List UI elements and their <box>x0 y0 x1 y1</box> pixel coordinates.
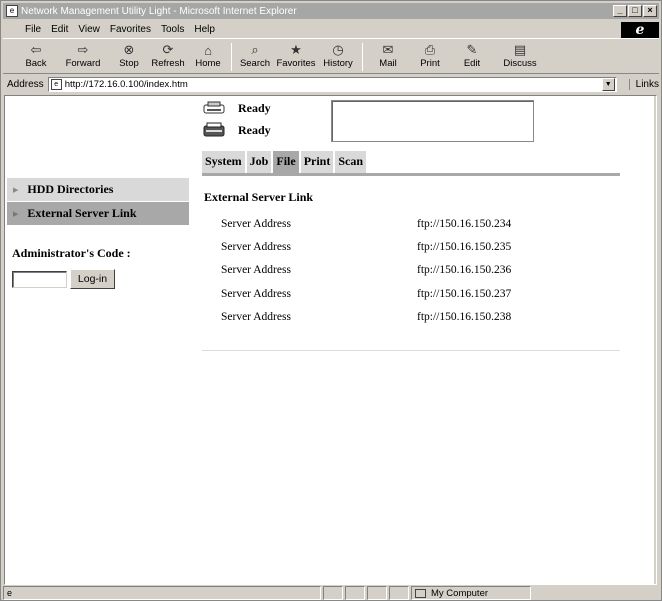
list-item: Server Address ftp://150.16.150.234 <box>221 212 511 235</box>
printer-status: Ready <box>202 100 271 116</box>
server-address-label: Server Address <box>221 264 291 277</box>
window-title: Network Management Utility Light - Micro… <box>21 5 297 17</box>
address-label: Address <box>7 78 44 90</box>
admin-code-label: Administrator's Code : <box>12 246 131 260</box>
list-item: Server Address ftp://150.16.150.235 <box>221 235 511 258</box>
mail-button[interactable]: ✉ Mail <box>367 40 409 74</box>
computer-icon <box>415 588 426 598</box>
printer-status-text: Ready <box>238 100 271 115</box>
favorites-button[interactable]: ★ Favorites <box>274 40 318 74</box>
maximize-button[interactable]: □ <box>628 5 642 17</box>
nav-item-hdd-directories[interactable]: ▶ HDD Directories <box>7 178 189 201</box>
status-cell <box>323 586 343 600</box>
server-address-label: Server Address <box>221 310 291 323</box>
history-button[interactable]: ◷ History <box>318 40 358 74</box>
server-address-list: Server Address ftp://150.16.150.234 Serv… <box>221 212 511 328</box>
status-main: e <box>3 586 321 600</box>
server-address-label: Server Address <box>221 217 291 230</box>
status-cell <box>389 586 409 600</box>
home-icon: ⌂ <box>204 42 212 58</box>
status-bar: e My Computer <box>3 586 659 600</box>
edit-button[interactable]: ✎ Edit <box>451 40 493 74</box>
printer-icon <box>203 101 225 114</box>
login-button[interactable]: Log-in <box>70 269 115 289</box>
menu-favorites[interactable]: Favorites <box>105 24 156 35</box>
server-address-value: ftp://150.16.150.237 <box>417 287 512 300</box>
menu-edit[interactable]: Edit <box>46 24 73 35</box>
minimize-button[interactable]: _ <box>613 5 627 17</box>
page-icon: e <box>50 78 62 90</box>
scanner-status: Ready <box>202 122 271 138</box>
server-address-value: ftp://150.16.150.236 <box>417 264 512 277</box>
ie-app-icon[interactable]: e <box>6 5 18 17</box>
print-icon: ⎙ <box>424 42 436 57</box>
browser-window: e Network Management Utility Light - Mic… <box>0 0 662 601</box>
server-address-value: ftp://150.16.150.238 <box>417 310 512 323</box>
forward-arrow-icon: ⇨ <box>77 42 89 57</box>
tab-underline <box>202 173 620 176</box>
address-url: http://172.16.0.100/index.htm <box>64 78 188 90</box>
page-status-icon: e <box>7 588 13 598</box>
list-item: Server Address ftp://150.16.150.236 <box>221 259 511 282</box>
content-edge <box>654 96 656 584</box>
toolbar-separator <box>362 43 363 71</box>
menu-bar: File Edit View Favorites Tools Help e <box>3 21 659 39</box>
scanner-status-text: Ready <box>238 122 271 137</box>
tab-scan[interactable]: Scan <box>335 151 367 173</box>
tab-bar: System Job File Print Scan <box>202 151 367 173</box>
edit-icon: ✎ <box>466 42 478 57</box>
toolbar-separator <box>231 43 232 71</box>
home-button[interactable]: ⌂ Home <box>189 40 227 74</box>
close-button[interactable]: × <box>643 5 657 17</box>
server-address-label: Server Address <box>221 240 291 253</box>
list-item: Server Address ftp://150.16.150.238 <box>221 305 511 328</box>
message-box <box>331 100 534 142</box>
menu-tools[interactable]: Tools <box>156 24 189 35</box>
menu-file[interactable]: File <box>3 24 46 35</box>
server-address-value: ftp://150.16.150.235 <box>417 240 512 253</box>
history-icon: ◷ <box>332 42 344 57</box>
section-title: External Server Link <box>204 190 314 204</box>
server-address-value: ftp://150.16.150.234 <box>417 217 512 230</box>
back-arrow-icon: ⇦ <box>30 42 42 57</box>
tab-print[interactable]: Print <box>300 151 334 173</box>
arrow-right-icon: ▶ <box>13 186 19 194</box>
stop-icon: ⊗ <box>123 42 135 57</box>
list-item: Server Address ftp://150.16.150.237 <box>221 282 511 305</box>
tab-file[interactable]: File <box>273 151 299 173</box>
arrow-right-icon: ▶ <box>13 210 19 218</box>
forward-button[interactable]: ⇨ Forward <box>55 40 111 74</box>
status-zone: My Computer <box>411 586 531 600</box>
favorites-icon: ★ <box>290 42 302 57</box>
print-button[interactable]: ⎙ Print <box>409 40 451 74</box>
tab-system[interactable]: System <box>202 151 245 173</box>
address-input[interactable]: e http://172.16.0.100/index.htm <box>47 76 617 92</box>
stop-button[interactable]: ⊗ Stop <box>111 40 147 74</box>
ie-logo-icon: e <box>621 21 659 38</box>
search-icon: ⌕ <box>251 42 259 57</box>
nav-item-external-server-link[interactable]: ▶ External Server Link <box>7 202 189 225</box>
server-address-label: Server Address <box>221 287 291 300</box>
search-button[interactable]: ⌕ Search <box>236 40 274 74</box>
refresh-icon: ⟳ <box>162 42 174 57</box>
links-button[interactable]: Links <box>628 78 659 90</box>
address-bar: Address e http://172.16.0.100/index.htm … <box>3 75 659 93</box>
mail-icon: ✉ <box>382 42 394 57</box>
status-cell <box>345 586 365 600</box>
discuss-icon: ▤ <box>513 42 527 57</box>
scanner-icon <box>203 122 225 137</box>
section-divider <box>202 350 620 351</box>
discuss-button[interactable]: ▤ Discuss <box>493 40 547 74</box>
page-content: Ready Ready System Job File Print Scan ▶… <box>4 95 657 585</box>
tab-job[interactable]: Job <box>246 151 272 173</box>
menu-help[interactable]: Help <box>189 24 220 35</box>
admin-code-input[interactable] <box>12 271 67 288</box>
address-dropdown-button[interactable]: ▼ <box>601 77 615 91</box>
status-cell <box>367 586 387 600</box>
toolbar: ⇦ Back ⇨ Forward ⊗ Stop ⟳ Refresh ⌂ Home… <box>3 40 659 74</box>
title-bar: e Network Management Utility Light - Mic… <box>3 3 659 19</box>
menu-view[interactable]: View <box>73 24 105 35</box>
refresh-button[interactable]: ⟳ Refresh <box>147 40 189 74</box>
back-button[interactable]: ⇦ Back <box>17 40 55 74</box>
